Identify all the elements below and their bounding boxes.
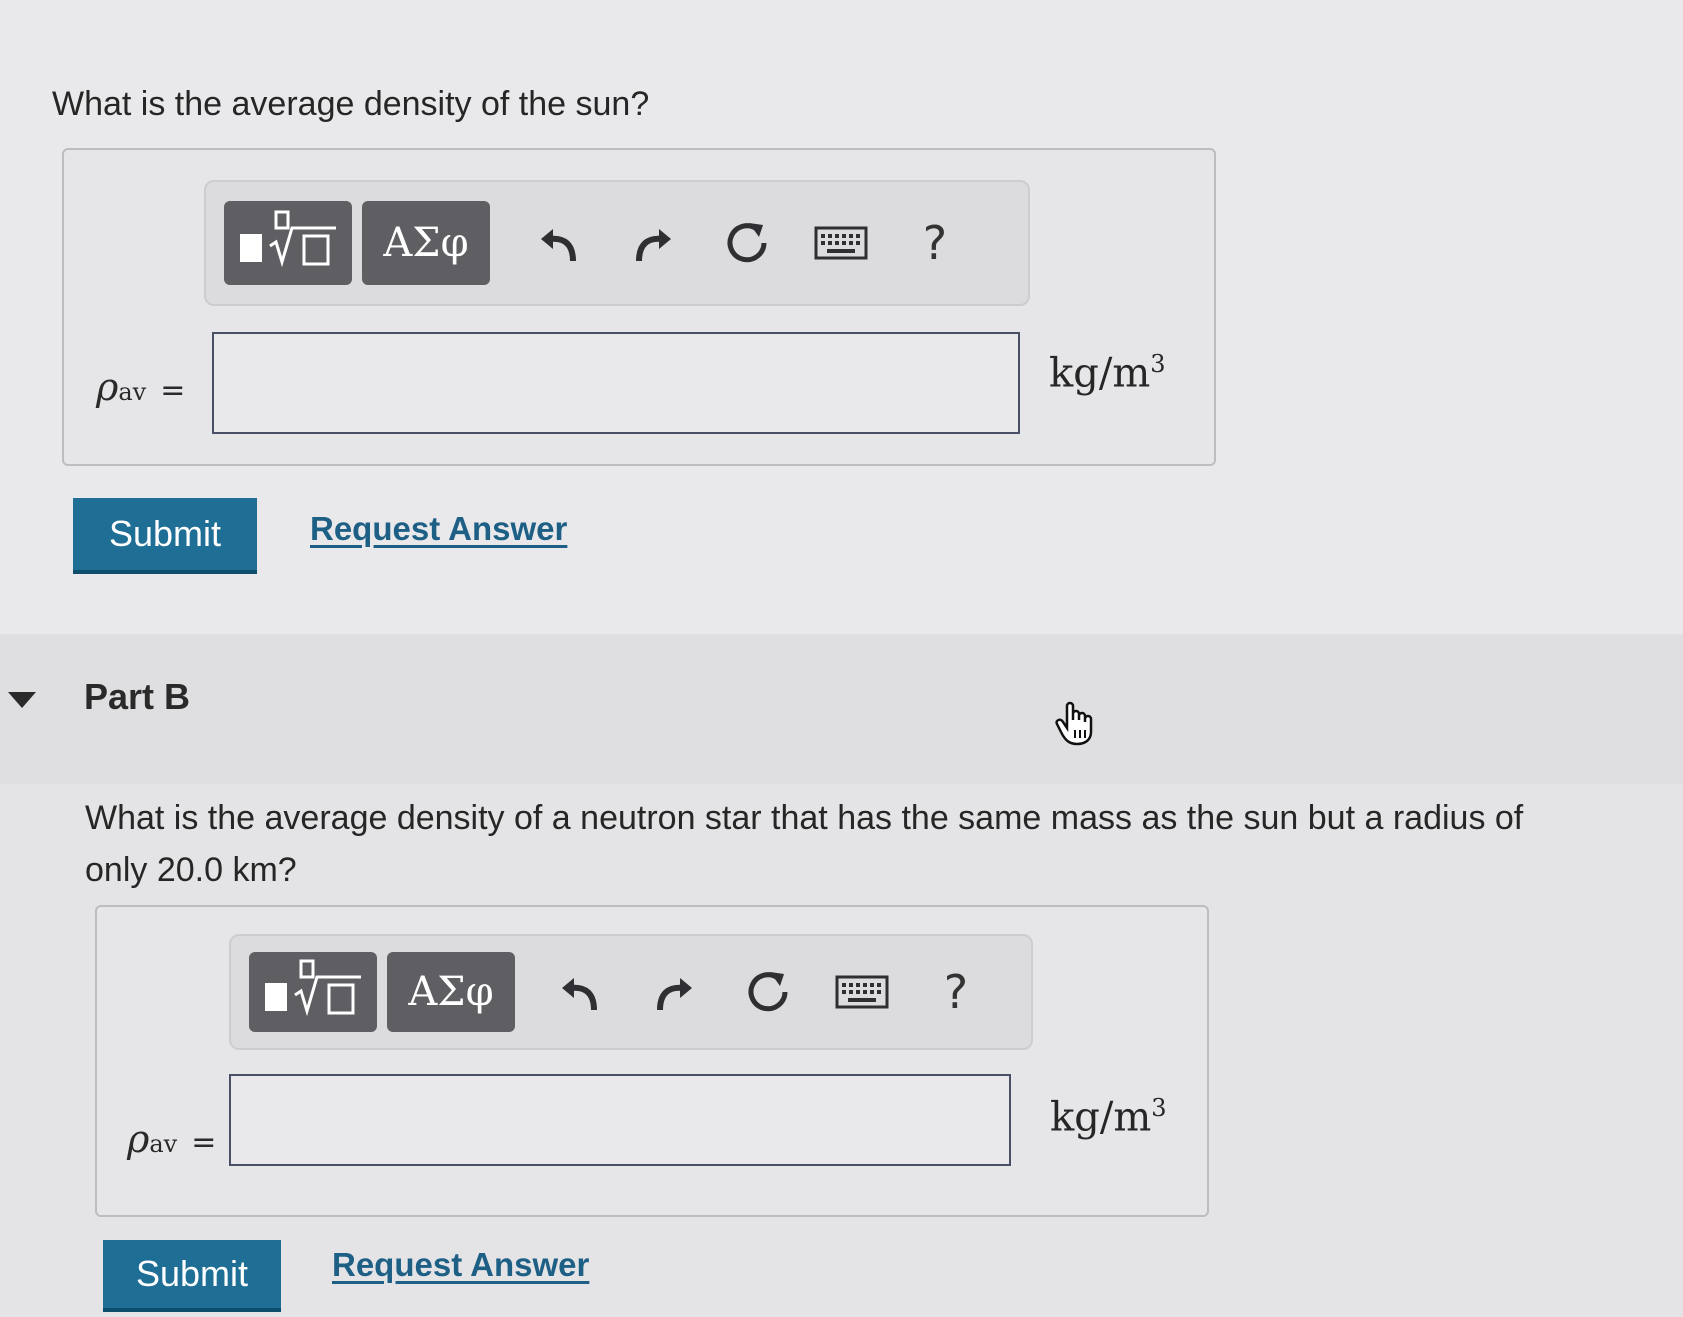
unit-label: kg/m3 <box>1050 1094 1167 1140</box>
undo-button[interactable] <box>512 201 606 285</box>
unit-base: kg/m <box>1049 350 1151 397</box>
redo-icon <box>636 229 671 262</box>
templates-button[interactable] <box>224 201 352 285</box>
variable-subscript: av <box>149 1130 178 1158</box>
greek-symbols-button[interactable]: ΑΣφ <box>362 201 490 285</box>
greek-symbols-button[interactable]: ΑΣφ <box>387 952 515 1032</box>
undo-icon <box>541 229 576 262</box>
templates-icon <box>236 206 340 280</box>
reset-button[interactable] <box>700 201 794 285</box>
math-toolbar: ΑΣφ ? <box>204 180 1030 306</box>
help-icon: ? <box>922 216 948 270</box>
part-b-answer-panel: ΑΣφ ? ρav = kg/m3 <box>95 905 1209 1217</box>
reset-icon <box>727 223 767 263</box>
help-button[interactable]: ? <box>888 201 982 285</box>
equals-sign: = <box>160 373 186 408</box>
keyboard-button[interactable] <box>815 950 909 1034</box>
help-icon: ? <box>943 965 969 1019</box>
unit-exponent: 3 <box>1151 1094 1167 1122</box>
submit-button[interactable]: Submit <box>103 1240 281 1312</box>
variable-label: ρav = <box>127 1117 216 1161</box>
part-b-header-bar <box>0 634 1683 784</box>
reset-icon <box>748 972 788 1012</box>
equals-sign: = <box>191 1125 217 1160</box>
submit-button[interactable]: Submit <box>73 498 257 574</box>
redo-button[interactable] <box>627 950 721 1034</box>
keyboard-icon <box>814 226 868 260</box>
part-b-title[interactable]: Part B <box>84 676 190 718</box>
undo-button[interactable] <box>533 950 627 1034</box>
unit-exponent: 3 <box>1150 350 1166 378</box>
part-a-question: What is the average density of the sun? <box>52 85 650 123</box>
help-button[interactable]: ? <box>909 950 1003 1034</box>
unit-base: kg/m <box>1050 1094 1152 1141</box>
variable-label: ρav = <box>96 365 185 409</box>
math-toolbar: ΑΣφ ? <box>229 934 1033 1050</box>
answer-input[interactable] <box>229 1074 1011 1166</box>
keyboard-button[interactable] <box>794 201 888 285</box>
variable-symbol: ρ <box>96 365 119 409</box>
undo-icon <box>562 978 597 1011</box>
variable-symbol: ρ <box>127 1117 150 1161</box>
redo-icon <box>657 978 692 1011</box>
redo-button[interactable] <box>606 201 700 285</box>
part-a-answer-panel: ΑΣφ ? ρav = kg/m3 <box>62 148 1216 466</box>
unit-label: kg/m3 <box>1049 350 1166 396</box>
request-answer-link[interactable]: Request Answer <box>310 510 567 548</box>
variable-subscript: av <box>118 378 147 406</box>
keyboard-icon <box>835 975 889 1009</box>
reset-button[interactable] <box>721 950 815 1034</box>
templates-button[interactable] <box>249 952 377 1032</box>
collapse-caret-icon[interactable] <box>8 692 36 708</box>
request-answer-link[interactable]: Request Answer <box>332 1246 589 1284</box>
part-b-question: What is the average density of a neutron… <box>85 799 1524 889</box>
templates-icon <box>261 955 365 1029</box>
answer-input[interactable] <box>212 332 1020 434</box>
hand-cursor-icon <box>1055 700 1099 753</box>
